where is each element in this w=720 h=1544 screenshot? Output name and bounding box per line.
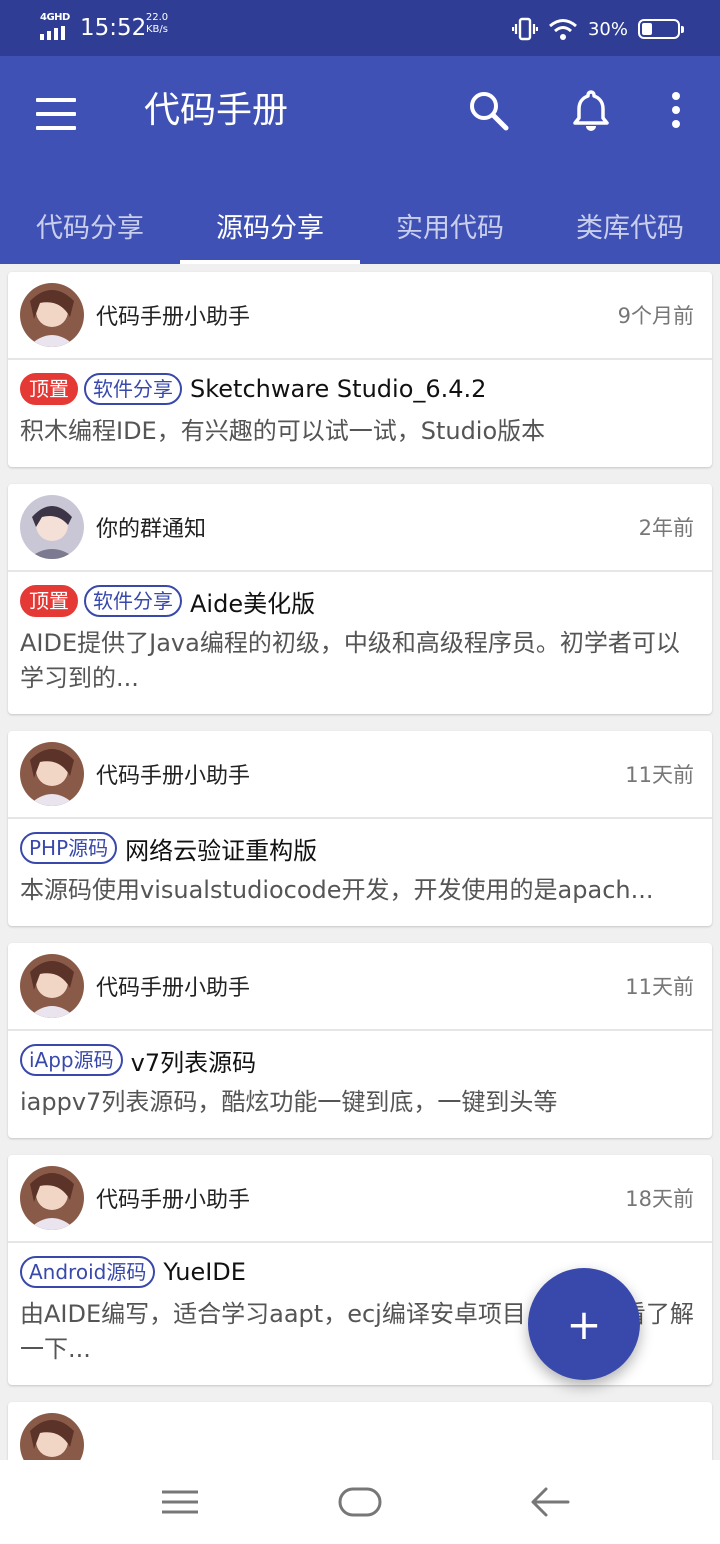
system-nav-bar bbox=[0, 1460, 720, 1544]
post-time: 11天前 bbox=[625, 763, 694, 787]
category-badge: 软件分享 bbox=[84, 373, 182, 405]
author-name: 代码手册小助手 bbox=[96, 1188, 251, 1213]
tab-useful-code[interactable]: 实用代码 bbox=[360, 186, 540, 264]
post-title: YueIDE bbox=[163, 1258, 246, 1286]
app-title: 代码手册 bbox=[144, 90, 289, 131]
tab-bar: 代码分享 源码分享 实用代码 类库代码 bbox=[0, 186, 720, 264]
category-badge: PHP源码 bbox=[20, 832, 118, 864]
post-header bbox=[8, 1402, 712, 1460]
vibrate-icon bbox=[511, 17, 538, 41]
battery-percent: 30% bbox=[587, 18, 628, 40]
post-title: Aide美化版 bbox=[190, 589, 316, 618]
category-badge: 软件分享 bbox=[84, 585, 182, 617]
plus-icon: + bbox=[566, 1299, 602, 1349]
post-time: 11天前 bbox=[625, 975, 694, 999]
network-type: 4GHD bbox=[40, 12, 70, 23]
status-time: 15:52 bbox=[80, 15, 147, 41]
post-title: v7列表源码 bbox=[130, 1048, 257, 1077]
category-badge: iApp源码 bbox=[20, 1044, 123, 1076]
avatar[interactable] bbox=[20, 954, 84, 1018]
battery-icon bbox=[638, 19, 684, 39]
post-header: 代码手册小助手 9个月前 bbox=[8, 272, 712, 360]
post-description: AIDE提供了Java编程的初级，中级和高级程序员。初学者可以学习到的... bbox=[20, 629, 680, 692]
post-time: 2年前 bbox=[638, 516, 694, 540]
post-description: 积木编程IDE，有兴趣的可以试一试，Studio版本 bbox=[20, 417, 546, 445]
post-description: 本源码使用visualstudiocode开发，开发使用的是apach... bbox=[20, 876, 654, 904]
post-card[interactable] bbox=[8, 1402, 712, 1460]
avatar[interactable] bbox=[20, 495, 84, 559]
menu-icon[interactable] bbox=[36, 96, 76, 132]
post-header: 代码手册小助手 11天前 bbox=[8, 943, 712, 1031]
post-time: 9个月前 bbox=[617, 304, 694, 328]
avatar[interactable] bbox=[20, 742, 84, 806]
post-header: 代码手册小助手 11天前 bbox=[8, 731, 712, 819]
author-name: 代码手册小助手 bbox=[96, 305, 251, 330]
avatar[interactable] bbox=[20, 283, 84, 347]
wifi-icon bbox=[549, 19, 577, 40]
recent-apps-icon[interactable] bbox=[156, 1480, 204, 1524]
post-description: iappv7列表源码，酷炫功能一键到底，一键到头等 bbox=[20, 1088, 558, 1116]
author-name: 你的群通知 bbox=[96, 517, 207, 542]
post-card[interactable]: 代码手册小助手 9个月前 顶置 软件分享 Sketchware Studio_6… bbox=[8, 272, 712, 467]
tab-library-code[interactable]: 类库代码 bbox=[540, 186, 720, 264]
avatar[interactable] bbox=[20, 1413, 84, 1460]
tab-source-share[interactable]: 源码分享 bbox=[180, 186, 360, 264]
signal-icon: 4GHD bbox=[38, 12, 72, 40]
more-vert-icon[interactable] bbox=[652, 86, 700, 134]
add-post-button[interactable]: + bbox=[528, 1268, 640, 1380]
post-title: Sketchware Studio_6.4.2 bbox=[190, 375, 487, 403]
post-time: 18天前 bbox=[625, 1187, 694, 1211]
back-icon[interactable] bbox=[526, 1480, 574, 1524]
tab-code-share[interactable]: 代码分享 bbox=[0, 186, 180, 264]
pinned-badge: 顶置 bbox=[20, 373, 78, 405]
author-name: 代码手册小助手 bbox=[96, 976, 251, 1001]
post-card[interactable]: 你的群通知 2年前 顶置 软件分享 Aide美化版 AIDE提供了Java编程的… bbox=[8, 484, 712, 714]
post-card[interactable]: 代码手册小助手 11天前 PHP源码 网络云验证重构版 本源码使用visuals… bbox=[8, 731, 712, 926]
category-badge: Android源码 bbox=[20, 1256, 156, 1288]
app-bar: 代码手册 代码分享 源码分享 实用代码 类库代码 bbox=[0, 56, 720, 264]
status-bar: 4GHD 15:52 22.0 KB/s 30% bbox=[0, 0, 720, 56]
avatar[interactable] bbox=[20, 1166, 84, 1230]
post-header: 你的群通知 2年前 bbox=[8, 484, 712, 572]
bell-icon[interactable] bbox=[567, 86, 615, 134]
search-icon[interactable] bbox=[464, 86, 512, 134]
pinned-badge: 顶置 bbox=[20, 585, 78, 617]
author-name: 代码手册小助手 bbox=[96, 764, 251, 789]
post-card[interactable]: 代码手册小助手 11天前 iApp源码 v7列表源码 iappv7列表源码，酷炫… bbox=[8, 943, 712, 1138]
network-speed: 22.0 KB/s bbox=[145, 12, 169, 35]
home-icon[interactable] bbox=[336, 1480, 384, 1524]
post-header: 代码手册小助手 18天前 bbox=[8, 1155, 712, 1243]
post-title: 网络云验证重构版 bbox=[125, 836, 318, 865]
